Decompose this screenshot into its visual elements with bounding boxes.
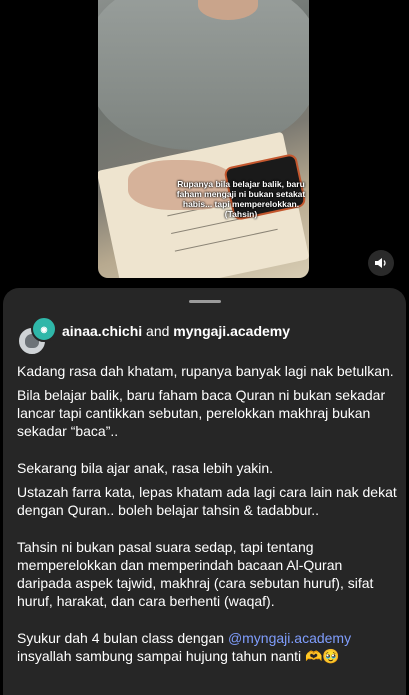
caption-paragraph: Bila belajar balik, baru faham baca Qura… [17, 387, 386, 439]
caption-paragraph: Syukur dah 4 bulan class dengan @myngaji… [17, 629, 397, 665]
sound-button[interactable] [368, 250, 394, 276]
video-area: Rupanya bila belajar balik, baru faham m… [0, 0, 409, 290]
avatar[interactable]: ◉ [31, 316, 57, 342]
mention-link[interactable]: @myngaji.academy [228, 630, 351, 646]
post-caption: Kadang rasa dah khatam, rupanya banyak l… [17, 362, 397, 671]
caption-sheet: ◉ ainaa.chichi and myngaji.academy Kadan… [3, 288, 406, 695]
caption-text: Syukur dah 4 bulan class dengan [17, 630, 225, 646]
caption-paragraph: Kadang rasa dah khatam, rupanya banyak l… [17, 363, 394, 379]
caption-paragraph: Tahsin ni bukan pasal suara sedap, tapi … [17, 539, 374, 609]
video-caption-overlay: Rupanya bila belajar balik, baru faham m… [176, 179, 306, 219]
reel-video[interactable]: Rupanya bila belajar balik, baru faham m… [98, 0, 309, 278]
caption-text: insyallah sambung sampai hujung tahun na… [17, 648, 340, 664]
post-authors: ainaa.chichi and myngaji.academy [62, 323, 290, 339]
caption-paragraph: Sekarang bila ajar anak, rasa lebih yaki… [17, 460, 274, 476]
caption-paragraph: Ustazah farra kata, lepas khatam ada lag… [17, 484, 397, 518]
video-person [98, 0, 309, 150]
author-username[interactable]: ainaa.chichi [62, 323, 142, 339]
speaker-icon [375, 258, 386, 268]
author-avatars[interactable]: ◉ [17, 316, 57, 356]
drag-handle[interactable] [189, 300, 221, 303]
authors-joiner: and [146, 323, 170, 339]
collab-username[interactable]: myngaji.academy [173, 323, 290, 339]
